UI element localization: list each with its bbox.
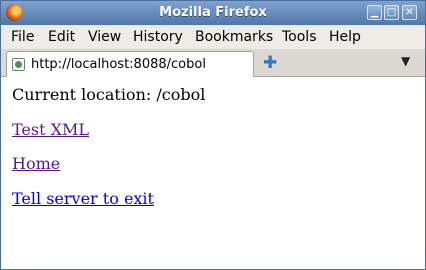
- tab-bar: http://localhost:8088/cobol ✚ ▼: [1, 49, 425, 77]
- menu-bookmarks[interactable]: Bookmarks: [195, 29, 273, 45]
- tab-title: http://localhost:8088/cobol: [31, 57, 206, 72]
- menu-help[interactable]: Help: [329, 29, 361, 45]
- window-title: Mozilla Firefox: [159, 5, 267, 20]
- menu-file[interactable]: File: [11, 29, 34, 45]
- new-tab-icon[interactable]: ✚: [263, 53, 277, 73]
- page-favicon-icon: [12, 58, 25, 71]
- firefox-window: Mozilla Firefox ▁ □ ✕ File Edit View His…: [0, 0, 426, 270]
- tab-active[interactable]: http://localhost:8088/cobol: [6, 51, 254, 77]
- current-location-text: Current location: /cobol: [12, 85, 206, 104]
- home-link[interactable]: Home: [12, 154, 60, 173]
- menu-bar: File Edit View History Bookmarks Tools H…: [1, 25, 425, 49]
- test-xml-link[interactable]: Test XML: [12, 120, 89, 139]
- minimize-icon: ▁: [370, 7, 379, 18]
- maximize-button[interactable]: □: [384, 5, 399, 20]
- close-button[interactable]: ✕: [402, 5, 417, 20]
- maximize-icon: □: [386, 7, 397, 18]
- exit-server-link[interactable]: Tell server to exit: [12, 189, 154, 208]
- menu-edit[interactable]: Edit: [48, 29, 75, 45]
- page-content: Current location: /cobol Test XML Home T…: [1, 77, 425, 269]
- tab-list-chevron-icon[interactable]: ▼: [401, 54, 410, 68]
- menu-history[interactable]: History: [133, 29, 183, 45]
- title-bar[interactable]: Mozilla Firefox ▁ □ ✕: [1, 1, 425, 25]
- close-icon: ✕: [405, 7, 414, 18]
- menu-tools[interactable]: Tools: [282, 29, 317, 45]
- menu-view[interactable]: View: [88, 29, 121, 45]
- minimize-button[interactable]: ▁: [367, 5, 382, 20]
